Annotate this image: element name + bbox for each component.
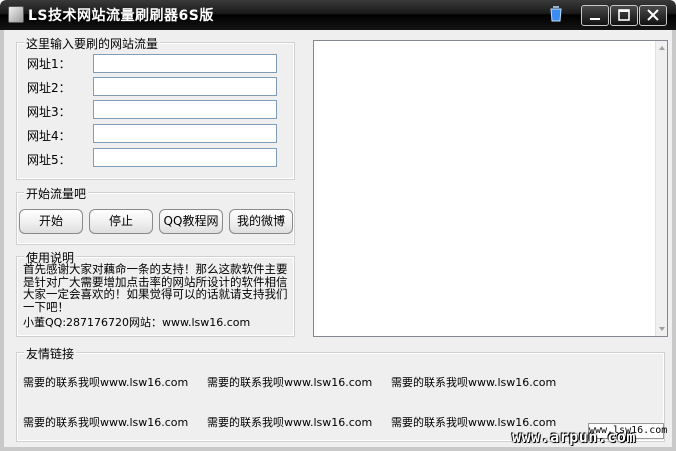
friend-link[interactable]: 需要的联系我呗www.lsw16.com [207, 374, 372, 390]
watermark-text: www.arpun.com [512, 428, 636, 446]
close-button[interactable] [639, 5, 667, 26]
scroll-down-icon[interactable] [657, 324, 667, 334]
url1-input[interactable] [93, 54, 277, 73]
friend-link[interactable]: 需要的联系我呗www.lsw16.com [23, 414, 188, 430]
url3-input[interactable] [93, 100, 277, 119]
url5-input[interactable] [93, 148, 277, 167]
log-textbox[interactable] [313, 40, 668, 337]
qq-tutorial-button[interactable]: QQ教程网 [159, 209, 223, 234]
weibo-button[interactable]: 我的微博 [229, 209, 293, 234]
url1-label: 网址1： [27, 57, 71, 71]
url3-label: 网址3： [27, 105, 71, 119]
friend-link[interactable]: 需要的联系我呗www.lsw16.com [207, 414, 372, 430]
vertical-scrollbar[interactable] [655, 41, 667, 336]
minimize-button[interactable] [581, 5, 609, 26]
url4-label: 网址4： [27, 129, 71, 143]
url5-label: 网址5： [27, 153, 71, 167]
url-group-title: 这里输入要刷的网站流量 [24, 35, 161, 52]
app-icon [8, 6, 24, 23]
title-bar[interactable]: LS技术网站流量刷刷器6S版 [0, 0, 676, 30]
minimize-icon [590, 18, 600, 20]
maximize-button[interactable] [610, 5, 638, 26]
start-group-title: 开始流量吧 [24, 185, 89, 202]
friend-link[interactable]: 需要的联系我呗www.lsw16.com [23, 374, 188, 390]
stop-button[interactable]: 停止 [89, 209, 153, 234]
links-group-title: 友情链接 [24, 345, 77, 362]
url2-input[interactable] [93, 77, 277, 96]
window-title: LS技术网站流量刷刷器6S版 [28, 8, 214, 24]
start-button[interactable]: 开始 [19, 209, 83, 234]
contact-text: 小董QQ:287176720网站：www.lsw16.com [23, 316, 251, 329]
url4-input[interactable] [93, 124, 277, 143]
scroll-up-icon[interactable] [657, 43, 667, 53]
close-icon [647, 9, 659, 21]
instructions-text: 首先感谢大家对藕命一条的支持！那么这款软件主要是针对广大需要增加点击率的网站所设… [23, 262, 288, 314]
skin-cup-icon[interactable] [549, 6, 563, 23]
url2-label: 网址2： [27, 81, 71, 95]
maximize-icon [618, 9, 630, 21]
app-window: LS技术网站流量刷刷器6S版 这里输入要刷的网站流量 网址1： 网址2： 网址3… [0, 0, 676, 451]
friend-link[interactable]: 需要的联系我呗www.lsw16.com [391, 374, 556, 390]
